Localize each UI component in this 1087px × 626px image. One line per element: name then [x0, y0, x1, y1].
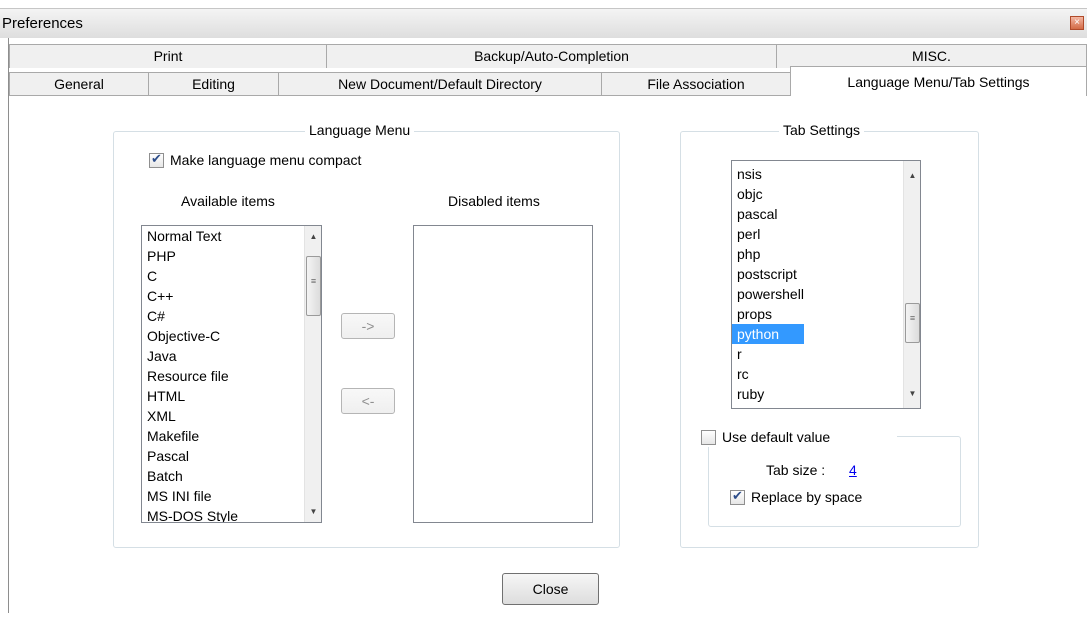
move-to-available-button[interactable]: <- — [341, 388, 395, 414]
list-item[interactable]: r — [732, 344, 804, 364]
list-item[interactable]: Objective-C — [142, 326, 238, 346]
tab-language-list[interactable]: nsis objc pascal perl php postscript powershel… — [731, 160, 921, 409]
window-close-button[interactable]: × — [1070, 16, 1084, 30]
tab-label: MISC. — [912, 48, 951, 64]
list-item[interactable]: PHP — [142, 246, 238, 266]
list-item[interactable]: powershell — [732, 284, 804, 304]
tab-label: Print — [153, 48, 183, 64]
move-left-label: <- — [361, 393, 375, 409]
tab-language-scrollbar[interactable]: ▲ ≡ ▼ — [903, 161, 920, 408]
list-item[interactable]: C++ — [142, 286, 238, 306]
tab-print[interactable]: Print — [9, 44, 327, 68]
tab-language-menu-tab-settings[interactable]: Language Menu/Tab Settings — [790, 66, 1087, 96]
list-item[interactable]: Batch — [142, 466, 238, 486]
list-item[interactable]: pascal — [732, 204, 804, 224]
scroll-up-icon[interactable]: ▲ — [305, 228, 321, 245]
tab-file-association[interactable]: File Association — [601, 72, 791, 96]
list-item[interactable]: props — [732, 304, 804, 324]
language-menu-title: Language Menu — [305, 122, 415, 138]
tab-label: Backup/Auto-Completion — [474, 48, 629, 64]
tab-editing[interactable]: Editing — [148, 72, 279, 96]
close-button-label: Close — [532, 581, 569, 597]
grip-icon: ≡ — [310, 276, 317, 286]
replace-by-space-label: Replace by space — [751, 489, 863, 505]
disabled-items-list[interactable] — [413, 225, 593, 523]
use-default-checkbox[interactable] — [701, 430, 716, 445]
available-items-list[interactable]: Normal Text PHP C C++ C# Objective-C Java Resou… — [141, 225, 322, 523]
list-item[interactable]: python — [732, 324, 804, 344]
grip-icon: ≡ — [909, 313, 916, 323]
list-item[interactable]: C# — [142, 306, 238, 326]
list-item[interactable]: postscript — [732, 264, 804, 284]
available-items-header: Available items — [181, 193, 275, 209]
list-item[interactable]: Resource file — [142, 366, 238, 386]
tab-size-group — [708, 436, 961, 527]
scroll-down-icon[interactable]: ▼ — [904, 385, 920, 402]
tab-languages: nsis objc pascal perl php postscript powershel… — [732, 164, 804, 404]
compact-menu-checkbox[interactable] — [149, 151, 164, 168]
list-item[interactable]: nsis — [732, 164, 804, 184]
list-item[interactable]: ruby — [732, 384, 804, 404]
list-item[interactable]: php — [732, 244, 804, 264]
list-item[interactable]: MS-DOS Style — [142, 506, 238, 522]
move-right-label: -> — [361, 318, 375, 334]
list-item[interactable]: XML — [142, 406, 238, 426]
tab-size-value[interactable]: 4 — [849, 462, 857, 478]
list-item[interactable]: MS INI file — [142, 486, 238, 506]
replace-by-space-checkbox[interactable] — [730, 488, 745, 505]
tab-general[interactable]: General — [9, 72, 149, 96]
scroll-up-icon[interactable]: ▲ — [904, 167, 920, 184]
list-item[interactable]: objc — [732, 184, 804, 204]
window-title: Preferences — [2, 15, 83, 32]
available-items-scrollbar[interactable]: ▲ ≡ ▼ — [304, 226, 321, 522]
scroll-down-icon[interactable]: ▼ — [305, 503, 321, 520]
list-item[interactable]: C — [142, 266, 238, 286]
title-bar: Preferences × — [0, 8, 1087, 38]
tab-misc[interactable]: MISC. — [776, 44, 1087, 68]
compact-menu-label: Make language menu compact — [170, 152, 362, 168]
close-button[interactable]: Close — [502, 573, 599, 605]
tab-settings-title: Tab Settings — [779, 122, 865, 138]
tab-size-label: Tab size : — [766, 462, 826, 478]
tab-label: New Document/Default Directory — [338, 76, 542, 92]
move-to-disabled-button[interactable]: -> — [341, 313, 395, 339]
use-default-label: Use default value — [722, 429, 831, 445]
tab-label: File Association — [647, 76, 745, 92]
list-item[interactable]: rc — [732, 364, 804, 384]
list-item[interactable]: Java — [142, 346, 238, 366]
list-item[interactable]: Pascal — [142, 446, 238, 466]
scroll-thumb[interactable]: ≡ — [306, 256, 321, 316]
tab-label: General — [54, 76, 104, 92]
list-item[interactable]: Normal Text — [142, 226, 238, 246]
available-items: Normal Text PHP C C++ C# Objective-C Java Resou… — [142, 226, 238, 522]
scroll-thumb[interactable]: ≡ — [905, 303, 920, 343]
disabled-items-header: Disabled items — [448, 193, 540, 209]
tab-new-document-default-directory[interactable]: New Document/Default Directory — [278, 72, 602, 96]
list-item[interactable]: perl — [732, 224, 804, 244]
tab-label: Editing — [192, 76, 235, 92]
list-item[interactable]: HTML — [142, 386, 238, 406]
tab-label: Language Menu/Tab Settings — [847, 74, 1030, 90]
tab-backup-auto-completion[interactable]: Backup/Auto-Completion — [326, 44, 777, 68]
list-item[interactable]: Makefile — [142, 426, 238, 446]
